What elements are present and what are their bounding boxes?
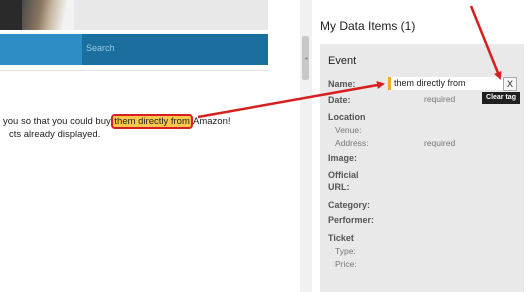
panel-title: My Data Items (1) [320, 19, 416, 33]
category-label: Category: [328, 200, 371, 210]
hero-image [0, 0, 268, 30]
address-required: required [424, 138, 456, 148]
venue-label: Venue: [335, 125, 362, 135]
text-after-highlight: Amazon! [190, 116, 231, 127]
performer-label: Performer: [328, 215, 375, 225]
clear-tag-tooltip: Clear tag [482, 92, 520, 104]
panel-splitter[interactable]: ◂ [300, 0, 312, 292]
event-card: Event Name: them directly from X Clear t… [320, 44, 524, 292]
official-label: Official [328, 170, 359, 180]
search-field[interactable]: Search [86, 43, 115, 53]
clear-tag-button[interactable]: X [503, 77, 517, 91]
nav-segment[interactable] [0, 34, 82, 65]
article-text-line-2: cts already displayed. [9, 129, 101, 140]
name-field[interactable]: them directly from [388, 77, 503, 90]
url-label: URL: [328, 182, 350, 192]
image-label: Image: [328, 153, 358, 163]
divider [0, 70, 268, 71]
address-label: Address: [335, 138, 369, 148]
text-before-highlight: you so that you could buy [3, 116, 114, 127]
date-required: required [424, 94, 456, 104]
date-label: Date: [328, 95, 351, 105]
web-page: Search you so that you could buy them di… [0, 0, 300, 292]
data-items-panel: My Data Items (1) Event Name: them direc… [312, 0, 532, 292]
price-label: Price: [335, 259, 357, 269]
type-label: Type: [335, 246, 356, 256]
location-label: Location [328, 112, 366, 122]
name-label: Name: [328, 79, 356, 89]
card-title: Event [328, 55, 357, 67]
name-value: them directly from [394, 78, 466, 88]
navigation-bar: Search [0, 34, 268, 65]
ticket-label: Ticket [328, 233, 354, 243]
article-text-line-1: you so that you could buy them directly … [3, 114, 231, 129]
highlighted-text[interactable]: them directly from [111, 114, 193, 129]
hero-photo [22, 0, 74, 30]
grip-icon: ◂ [304, 56, 308, 62]
